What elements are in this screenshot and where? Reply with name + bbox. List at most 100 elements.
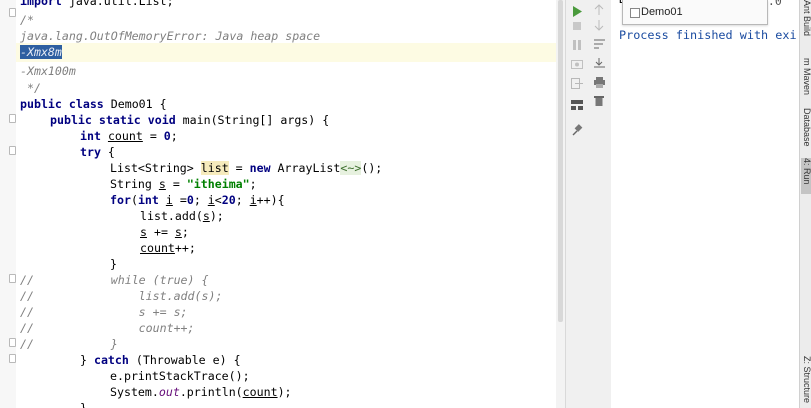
code-token: { [100,145,115,159]
up-arrow-icon[interactable] [592,2,606,16]
exit-icon[interactable] [570,76,584,90]
code-token: ( [130,193,138,207]
code-token: list.add( [140,209,203,223]
code-token: public [20,97,62,111]
code-token: new [249,161,271,175]
fold-marker[interactable] [9,114,16,123]
code-token: i [165,193,173,207]
code-token: String [110,177,159,191]
code-token: <~> [340,161,362,175]
rerun-icon[interactable] [570,4,584,18]
down-arrow-icon[interactable] [592,18,606,32]
code-token: e.printStackTrace(); [110,369,250,383]
code-token: 0 [186,193,194,207]
code-token: ); [209,209,224,223]
code-token: java.lang.OutOfMemoryError: Java heap sp… [20,29,321,43]
code-line[interactable]: System.out.println(count); [110,383,292,402]
code-token: list [200,161,229,175]
code-token: s [140,225,147,239]
code-token: -Xmx8m [20,45,62,59]
soft-wrap-icon[interactable] [592,37,606,51]
tab-maven[interactable]: m Maven [801,58,811,95]
code-token: s [174,225,182,239]
code-editor[interactable]: import java.util.List; /* java.lang.OutOfM… [16,0,556,408]
code-token: 20 [221,193,236,207]
code-token: catch [93,353,129,367]
fold-marker[interactable] [9,338,16,347]
fold-marker[interactable] [9,274,16,283]
code-token: < [214,193,222,207]
code-token: list.add(s); [33,289,223,303]
code-line[interactable]: count++; [140,239,196,258]
code-token: 0 [163,129,171,143]
code-token: // [20,289,34,303]
console-popup[interactable]: Demo01 [622,0,768,25]
code-token: static [98,113,141,127]
checkbox-icon[interactable] [630,8,640,18]
tab-database[interactable]: Database [801,108,811,152]
code-token: ; [170,129,178,143]
code-line[interactable]: import java.util.List; [20,0,174,11]
code-token: "itheima" [186,177,250,191]
code-line[interactable]: -Xmx8m [20,43,62,62]
code-token: s += s; [33,305,188,319]
code-token: ; [181,225,189,239]
run-toolbar-right [587,0,612,408]
code-token: = [165,177,187,191]
code-token: count++; [33,321,195,335]
tab-structure[interactable]: Z: Structure [801,356,811,408]
tab-ant-build[interactable]: Ant Build [801,0,811,40]
code-token: // [20,337,34,351]
code-token: ); [277,385,292,399]
run-console[interactable]: D:\... 8.0 Demo01 Process finished with … [611,0,799,408]
code-line[interactable]: java.lang.OutOfMemoryError: Java heap sp… [20,27,320,46]
trash-icon[interactable] [592,93,606,107]
code-token: int [80,129,101,143]
run-toolbar-left [565,0,588,408]
right-tool-window-bar: Ant Build m Maven Database 4: Run Z: Str… [799,0,811,408]
code-token: ; [193,193,208,207]
code-token: = [228,161,250,175]
code-token: */ [20,81,41,95]
code-token: ArrayList [270,161,341,175]
code-token: // [20,321,34,335]
layout-icon[interactable] [570,98,584,112]
code-token: ; [235,193,250,207]
code-token: } [80,353,94,367]
pin-icon[interactable] [570,123,584,137]
fold-marker[interactable] [9,354,16,363]
code-token: // [20,273,34,287]
dump-threads-icon[interactable] [570,57,584,71]
code-token: java.util.List; [61,0,174,8]
print-icon[interactable] [592,75,606,89]
code-token: while (true) { [33,273,209,287]
fold-marker[interactable] [9,8,16,17]
code-token: += [146,225,175,239]
code-token: i [207,193,215,207]
code-token: (); [361,161,383,175]
code-token: s [202,209,210,223]
code-token: System. [110,385,159,399]
code-token: s [158,177,166,191]
code-token: main(String[] args) { [175,113,330,127]
code-token: public [50,113,92,127]
code-token: int [137,193,159,207]
fold-marker[interactable] [9,146,16,155]
code-token: count [140,241,175,255]
code-line[interactable]: } [80,399,87,408]
code-token: -Xmx100m [20,64,76,78]
pause-icon[interactable] [570,38,584,52]
scrollbar-thumb[interactable] [558,0,563,322]
code-token: /* [20,13,34,27]
code-token: = [142,129,164,143]
code-token: List<String> [110,161,201,175]
editor-gutter [0,0,17,408]
scroll-to-end-icon[interactable] [592,56,606,70]
code-token: class [68,97,104,111]
editor-scrollbar[interactable] [556,0,565,408]
stop-icon[interactable] [570,19,584,33]
tab-run[interactable]: 4: Run [801,158,811,194]
